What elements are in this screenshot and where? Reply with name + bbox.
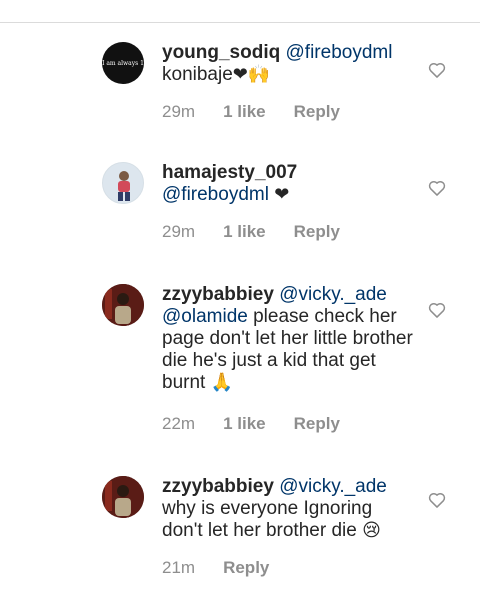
heart-outline-icon[interactable] — [427, 300, 447, 320]
emoji: 😢 — [362, 520, 381, 541]
avatar-person-icon — [102, 284, 144, 326]
timestamp: 29m — [162, 102, 196, 121]
emoji: 🙏 — [210, 372, 234, 393]
mention[interactable]: @fireboydml — [162, 184, 269, 205]
heart-outline-icon[interactable] — [427, 60, 447, 80]
avatar[interactable]: I am always 1 — [102, 42, 144, 84]
mention[interactable]: @vicky._ade — [279, 476, 387, 497]
avatar[interactable] — [102, 162, 144, 204]
reply-button[interactable]: Reply — [294, 414, 340, 433]
mention-second[interactable]: @olamide — [162, 306, 248, 327]
like-count[interactable]: 1 like — [223, 102, 266, 121]
avatar[interactable] — [102, 476, 144, 518]
top-bar — [0, 0, 480, 23]
like-count[interactable]: 1 like — [223, 222, 266, 241]
reply-button[interactable]: Reply — [294, 102, 340, 121]
username[interactable]: young_sodiq — [162, 42, 280, 63]
timestamp: 29m — [162, 222, 196, 241]
comment-meta: 21m Reply — [162, 558, 297, 578]
comment-body: zzyybabbiey @vicky._ade why is everyone … — [162, 476, 418, 542]
avatar-person-icon — [118, 171, 130, 201]
comment-body: zzyybabbiey @vicky._ade @olamide please … — [162, 284, 418, 394]
reply-button[interactable]: Reply — [223, 558, 269, 577]
username[interactable]: hamajesty_007 — [162, 162, 297, 183]
comment-text: why is everyone Ignoring don't let her b… — [162, 498, 373, 541]
mention[interactable]: @vicky._ade — [279, 284, 387, 305]
heart-outline-icon[interactable] — [427, 490, 447, 510]
timestamp: 21m — [162, 558, 196, 577]
timestamp: 22m — [162, 414, 196, 433]
avatar[interactable] — [102, 284, 144, 326]
comment-body: hamajesty_007 @fireboydml ❤ — [162, 162, 418, 206]
reply-button[interactable]: Reply — [294, 222, 340, 241]
username[interactable]: zzyybabbiey — [162, 284, 274, 305]
avatar-logo-text: I am always 1 — [102, 59, 144, 67]
comment-meta: 29m 1 like Reply — [162, 222, 368, 242]
comment-meta: 29m 1 like Reply — [162, 102, 368, 122]
comment-text: konibaje — [162, 64, 233, 85]
comment-meta: 22m 1 like Reply — [162, 414, 368, 434]
like-count[interactable]: 1 like — [223, 414, 266, 433]
heart-outline-icon[interactable] — [427, 178, 447, 198]
emoji: ❤🙌 — [232, 64, 271, 85]
mention[interactable]: @fireboydml — [286, 42, 393, 63]
avatar-person-icon — [102, 476, 144, 518]
comment-body: young_sodiq @fireboydml konibaje❤🙌 — [162, 42, 418, 86]
emoji: ❤ — [274, 184, 290, 205]
username[interactable]: zzyybabbiey — [162, 476, 274, 497]
